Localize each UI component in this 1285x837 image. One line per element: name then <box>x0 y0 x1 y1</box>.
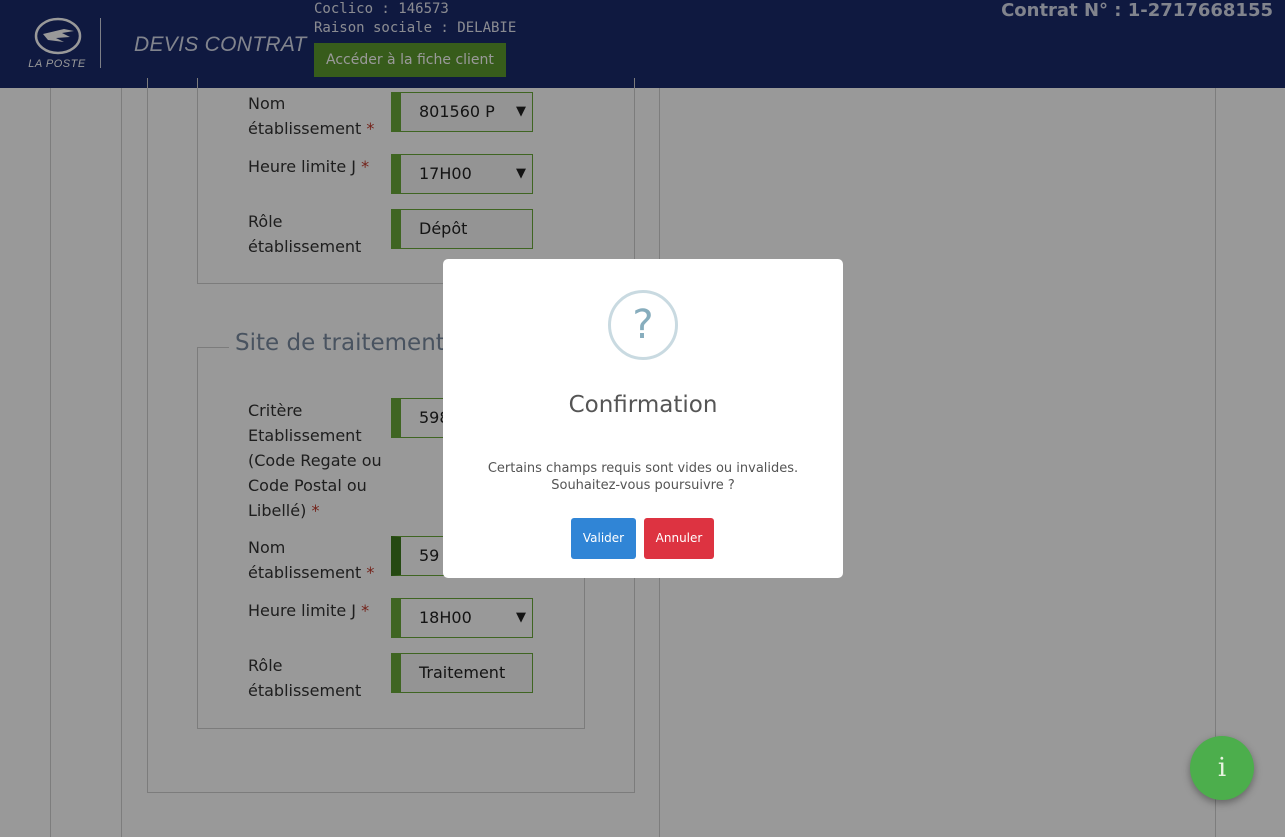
cancel-button[interactable]: Annuler <box>644 518 714 559</box>
dialog-title: Confirmation <box>568 392 718 418</box>
info-button[interactable]: i <box>1190 736 1254 800</box>
validate-button[interactable]: Valider <box>571 518 636 559</box>
dialog-message: Certains champs requis sont vides ou inv… <box>487 461 799 493</box>
confirmation-dialog: ? Confirmation Certains champs requis so… <box>443 259 843 578</box>
info-icon: i <box>1217 753 1227 783</box>
question-icon: ? <box>608 290 678 360</box>
